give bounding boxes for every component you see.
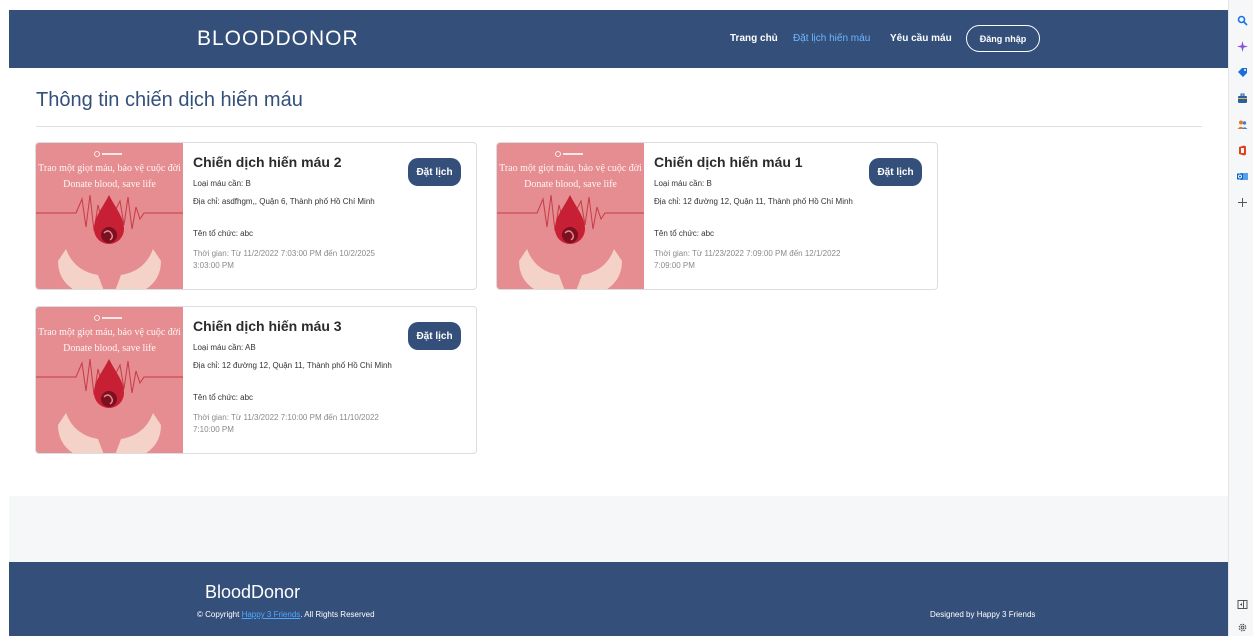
image-caption-vi: Trao một giọt máu, bảo vệ cuộc đời bbox=[499, 163, 642, 174]
image-caption-vi: Trao một giọt máu, bảo vệ cuộc đời bbox=[38, 163, 181, 174]
book-button[interactable]: Đặt lịch bbox=[869, 158, 922, 186]
campaign-organizer: Tên tổ chức: abc bbox=[654, 229, 715, 238]
campaign-time: Thời gian: Từ 11/3/2022 7:10:00 PM đến 1… bbox=[193, 413, 379, 434]
login-button[interactable]: Đăng nhập bbox=[966, 25, 1040, 52]
tag-icon[interactable] bbox=[1236, 66, 1248, 78]
blood-drop-illustration bbox=[36, 358, 183, 453]
settings-icon[interactable] bbox=[1236, 621, 1248, 633]
page: BLOODDONOR Trang chủ Đặt lịch hiến máu Y… bbox=[0, 0, 1228, 636]
campaign-title: Chiến dịch hiến máu 3 bbox=[193, 318, 342, 334]
campaign-image: Trao một giọt máu, bảo vệ cuộc đời Donat… bbox=[497, 143, 644, 289]
campaign-card: Trao một giọt máu, bảo vệ cuộc đời Donat… bbox=[35, 306, 477, 454]
logo-icon bbox=[94, 151, 122, 157]
footer-spacer bbox=[9, 496, 1228, 562]
nav-link-schedule[interactable]: Đặt lịch hiến máu bbox=[793, 33, 870, 44]
page-title: Thông tin chiến dịch hiến máu bbox=[36, 89, 303, 111]
outlook-icon[interactable] bbox=[1236, 170, 1248, 182]
divider bbox=[36, 126, 1202, 127]
campaign-time: Thời gian: Từ 11/2/2022 7:03:00 PM đến 1… bbox=[193, 249, 375, 270]
image-caption-vi: Trao một giọt máu, bảo vệ cuộc đời bbox=[38, 327, 181, 338]
briefcase-icon[interactable] bbox=[1236, 92, 1248, 104]
campaign-organizer: Tên tổ chức: abc bbox=[193, 393, 254, 402]
campaign-image: Trao một giọt máu, bảo vệ cuộc đời Donat… bbox=[36, 307, 183, 453]
campaign-organizer: Tên tổ chức: abc bbox=[193, 229, 254, 238]
footer-designed-by: Designed by Happy 3 Friends bbox=[930, 610, 1036, 619]
book-button[interactable]: Đặt lịch bbox=[408, 322, 461, 350]
image-caption-en: Donate blood, save life bbox=[63, 343, 156, 354]
office-icon[interactable] bbox=[1236, 144, 1248, 156]
campaign-blood-type: Loại máu cần: B bbox=[654, 179, 712, 188]
campaign-card: Trao một giọt máu, bảo vệ cuộc đời Donat… bbox=[496, 142, 938, 290]
image-caption-en: Donate blood, save life bbox=[524, 179, 617, 190]
campaign-title: Chiến dịch hiến máu 2 bbox=[193, 154, 342, 170]
top-strip bbox=[0, 0, 1228, 10]
copyright-suffix: . All Rights Reserved bbox=[300, 610, 375, 619]
browser-sidebar bbox=[1228, 0, 1253, 636]
campaign-title: Chiến dịch hiến máu 1 bbox=[654, 154, 803, 170]
plus-icon[interactable] bbox=[1236, 196, 1248, 208]
nav-link-blood-request[interactable]: Yêu cầu máu bbox=[890, 33, 952, 44]
campaign-blood-type: Loại máu cần: AB bbox=[193, 343, 256, 352]
campaign-address: Địa chỉ: 12 đường 12, Quận 11, Thành phố… bbox=[193, 361, 392, 370]
book-button[interactable]: Đặt lịch bbox=[408, 158, 461, 186]
sidebar-toggle-icon[interactable] bbox=[1236, 598, 1248, 610]
footer-copyright: © Copyright Happy 3 Friends. All Rights … bbox=[197, 610, 375, 619]
campaign-address: Địa chỉ: 12 đường 12, Quận 11, Thành phố… bbox=[654, 197, 853, 206]
image-caption-en: Donate blood, save life bbox=[63, 179, 156, 190]
blood-drop-illustration bbox=[36, 194, 183, 289]
campaign-time: Thời gian: Từ 11/23/2022 7:09:00 PM đến … bbox=[654, 249, 841, 270]
people-icon[interactable] bbox=[1236, 118, 1248, 130]
footer: BloodDonor © Copyright Happy 3 Friends. … bbox=[9, 562, 1228, 636]
navbar: BLOODDONOR Trang chủ Đặt lịch hiến máu Y… bbox=[9, 10, 1228, 68]
footer-brand: BloodDonor bbox=[205, 582, 301, 602]
logo-icon bbox=[94, 315, 122, 321]
campaign-blood-type: Loại máu cần: B bbox=[193, 179, 251, 188]
campaign-address: Địa chỉ: asdfhgm,, Quận 6, Thành phố Hồ … bbox=[193, 197, 375, 206]
sparkle-icon[interactable] bbox=[1236, 40, 1248, 52]
copyright-link[interactable]: Happy 3 Friends bbox=[242, 610, 301, 619]
blood-drop-illustration bbox=[497, 194, 644, 289]
campaign-card: Trao một giọt máu, bảo vệ cuộc đời Donat… bbox=[35, 142, 477, 290]
search-icon[interactable] bbox=[1236, 14, 1248, 26]
logo-icon bbox=[555, 151, 583, 157]
nav-link-home[interactable]: Trang chủ bbox=[730, 33, 778, 44]
copyright-prefix: © Copyright bbox=[197, 610, 242, 619]
brand-logo[interactable]: BLOODDONOR bbox=[197, 27, 359, 51]
campaign-image: Trao một giọt máu, bảo vệ cuộc đời Donat… bbox=[36, 143, 183, 289]
